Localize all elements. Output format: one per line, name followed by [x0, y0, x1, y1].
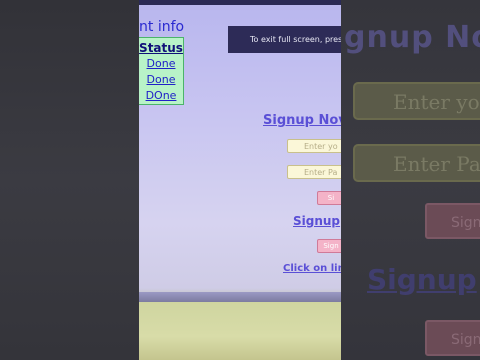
monitor-bezel: [139, 292, 341, 302]
left-background-strip: [0, 0, 139, 360]
signup-subheading: Signup: [293, 214, 341, 228]
status-cell[interactable]: Done: [139, 57, 183, 70]
desk-surface: [139, 302, 341, 360]
click-here-link[interactable]: Click on lin: [283, 263, 341, 274]
signup-secondary-button[interactable]: Sign: [317, 239, 341, 253]
fullscreen-exit-toast: To exit full screen, press: [228, 26, 341, 53]
signup-title: Signup Nov: [263, 113, 341, 128]
zoomed-blur-panel: gnup No Enter yo Enter Pa Sign Signup Si…: [341, 0, 480, 360]
zoomed-signup-button: Sign: [425, 203, 480, 239]
video-frame: nt info Status Done Done DOne To exit fu…: [139, 0, 341, 360]
info-heading: nt info: [139, 19, 185, 35]
window-top-bar: [139, 0, 341, 5]
zoomed-signup-subheading: Signup: [367, 263, 477, 296]
status-cell[interactable]: Done: [139, 73, 183, 86]
signup-button[interactable]: Si: [317, 191, 341, 205]
zoomed-signup-title: gnup No: [344, 20, 480, 55]
zoomed-username-field: Enter yo: [353, 82, 480, 120]
status-header: Status: [139, 41, 183, 55]
username-field[interactable]: Enter yo: [287, 139, 341, 153]
zoomed-password-field: Enter Pa: [353, 144, 480, 182]
status-table: Status Done Done DOne: [139, 37, 184, 105]
password-field[interactable]: Enter Pa: [287, 165, 341, 179]
zoomed-secondary-button: Sign: [425, 320, 480, 356]
status-cell[interactable]: DOne: [139, 89, 183, 102]
